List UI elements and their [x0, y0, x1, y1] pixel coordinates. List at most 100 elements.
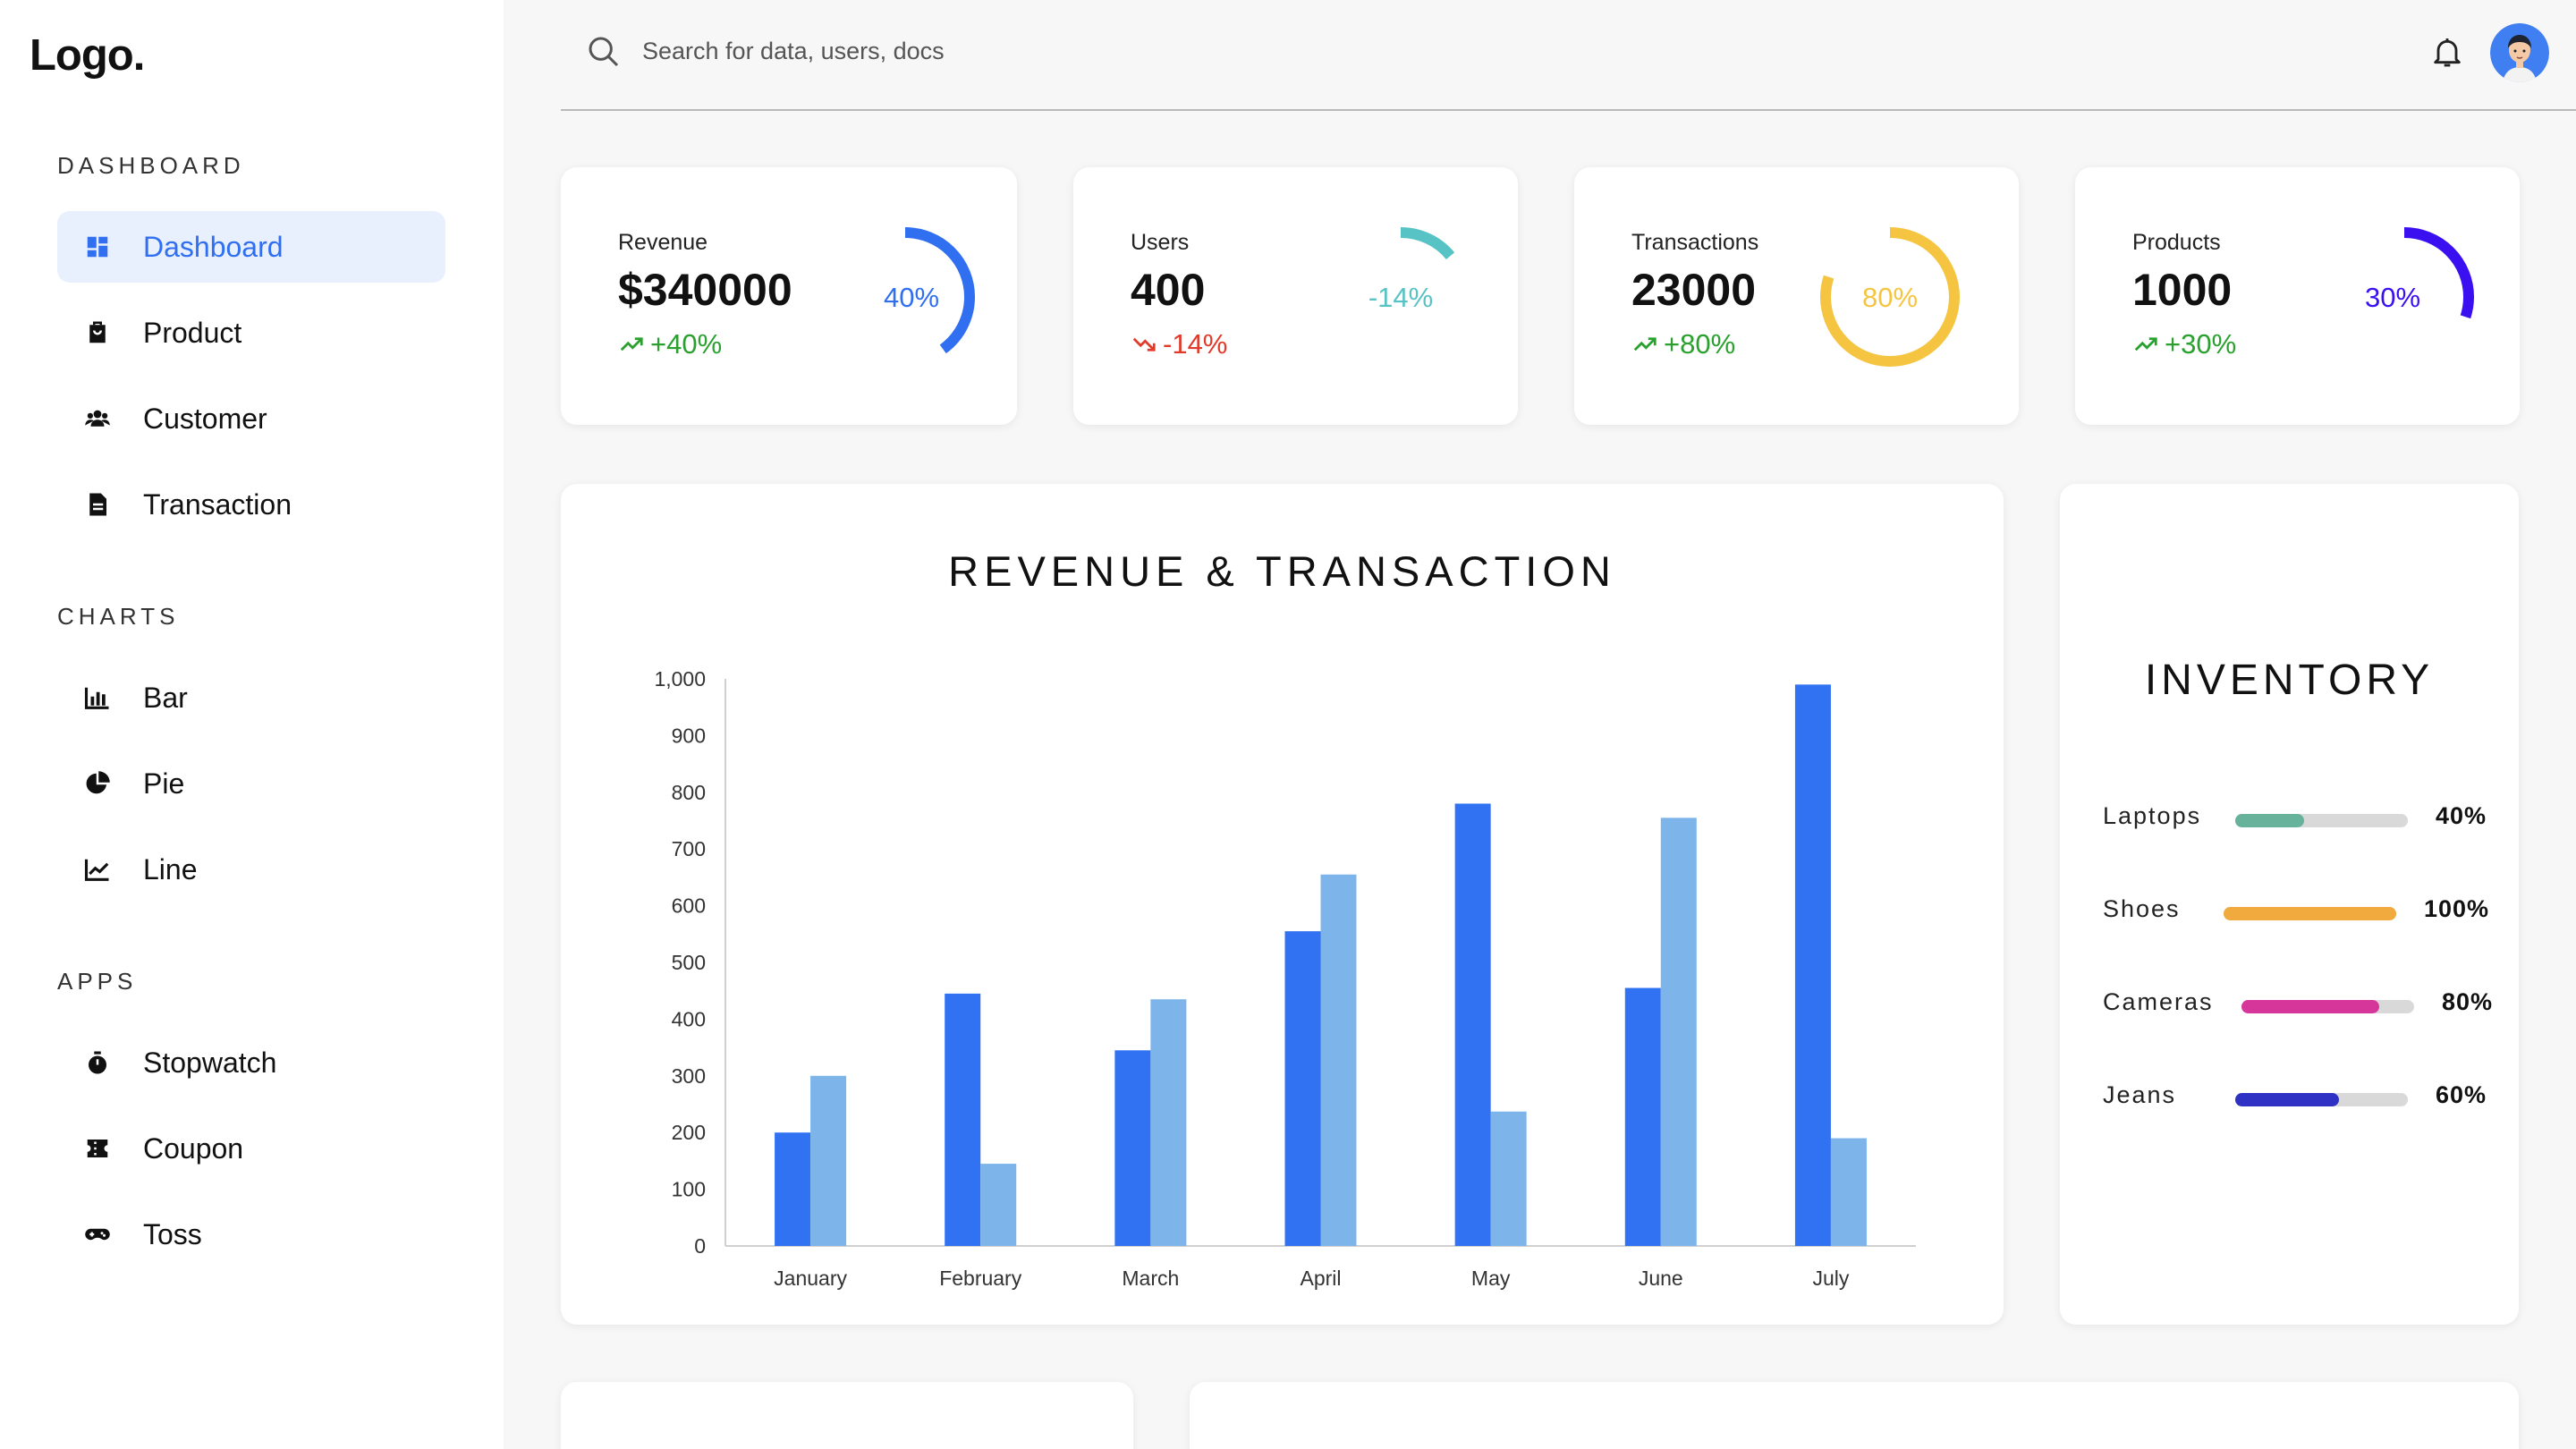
kpi-change-value: -14% [1163, 328, 1228, 360]
trend-up-icon [2134, 337, 2157, 352]
kpi-card-revenue[interactable]: Revenue $340000 +40% 40% [561, 167, 1017, 425]
section-title-apps: APPS [57, 968, 138, 995]
kpi-card-transactions[interactable]: Transactions 23000 +80% 80% [1574, 167, 2019, 425]
x-tick-label: February [939, 1267, 1022, 1290]
sidebar-item-line[interactable]: Line [57, 834, 445, 905]
kpi-label: Products [2132, 230, 2221, 255]
search-input[interactable] [642, 29, 1447, 73]
inventory-progress-track [2241, 1000, 2414, 1013]
section-title-charts: CHARTS [57, 603, 180, 630]
kpi-value: $340000 [618, 265, 792, 315]
inventory-percent: 80% [2442, 988, 2494, 1015]
sidebar-item-label: Transaction [143, 487, 292, 521]
sidebar-item-pie[interactable]: Pie [57, 748, 445, 819]
user-avatar-icon [2490, 23, 2549, 82]
revenue-transaction-bar-chart: 0 100 200 300 400 500 600 700 800 900 1,000 Januar… [654, 667, 1916, 1290]
sidebar-item-label: Product [143, 316, 242, 349]
search-icon[interactable] [586, 34, 622, 70]
kpi-value: 1000 [2132, 265, 2233, 315]
kpi-card-products[interactable]: Products 1000 +30% 30% [2075, 167, 2520, 425]
kpi-value: 23000 [1631, 265, 1757, 315]
sidebar-item-toss[interactable]: Toss [57, 1199, 445, 1270]
stopwatch-icon [84, 1049, 111, 1076]
kpi-ring: 40% [835, 227, 975, 367]
dashboard-icon [84, 233, 111, 260]
inventory-label: Shoes [2103, 895, 2181, 922]
sidebar-item-dashboard[interactable]: Dashboard [57, 211, 445, 283]
inventory-progress-fill [2235, 814, 2305, 827]
inventory-progress-track [2235, 814, 2408, 827]
bar-series-2-february [980, 1164, 1017, 1246]
kpi-ring: -14% [1331, 227, 1470, 367]
bar-series-2-june [1660, 818, 1697, 1246]
inventory-progress-track [2224, 907, 2396, 920]
inventory-progress-fill [2235, 1093, 2339, 1106]
inventory-row-laptops: Laptops 40% [2103, 802, 2505, 838]
bar-chart-icon [84, 684, 111, 711]
sidebar-item-stopwatch[interactable]: Stopwatch [57, 1027, 445, 1098]
inventory-progress-fill [2241, 1000, 2380, 1013]
inventory-progress-fill [2224, 907, 2396, 920]
x-tick-label: July [1812, 1267, 1849, 1290]
notification-bell-icon[interactable] [2429, 32, 2465, 72]
kpi-label: Revenue [618, 230, 708, 255]
sidebar-item-label: Toss [143, 1217, 202, 1250]
inventory-label: Cameras [2103, 988, 2214, 1015]
trend-up-icon [620, 337, 643, 352]
sidebar-item-label: Pie [143, 767, 185, 800]
kpi-change: +30% [2132, 328, 2236, 360]
kpi-ring-label: 80% [1862, 282, 1918, 313]
inventory-title: INVENTORY [2144, 657, 2435, 704]
x-tick-label: March [1122, 1267, 1179, 1290]
avatar[interactable] [2490, 23, 2549, 82]
sidebar-item-bar[interactable]: Bar [57, 662, 445, 733]
sidebar-item-label: Line [143, 852, 198, 886]
sidebar-item-label: Stopwatch [143, 1046, 277, 1079]
revenue-transaction-card: REVENUE & TRANSACTION 0 100 200 300 400 500 60… [561, 484, 2004, 1325]
kpi-change: +40% [618, 328, 722, 360]
bar-series-2-march [1150, 999, 1187, 1246]
kpi-ring-label: -14% [1368, 282, 1433, 313]
kpi-change: -14% [1131, 328, 1227, 360]
sidebar-item-label: Coupon [143, 1131, 244, 1165]
transaction-icon [84, 491, 111, 518]
y-tick-label: 500 [672, 951, 706, 974]
sidebar-item-customer[interactable]: Customer [57, 383, 445, 454]
kpi-card-users[interactable]: Users 400 -14% -14% [1073, 167, 1518, 425]
bar-series-2-april [1320, 874, 1357, 1246]
bar-series-1-april [1284, 931, 1321, 1246]
bottom-card-left [561, 1382, 1133, 1449]
sidebar-item-transaction[interactable]: Transaction [57, 469, 445, 540]
bar-series-1-may [1454, 803, 1491, 1246]
sidebar: Logo. DASHBOARD Dashboard Product Custom… [0, 0, 504, 1449]
x-tick-label: May [1471, 1267, 1511, 1290]
trend-up-icon [1633, 337, 1657, 352]
kpi-change-value: +40% [650, 328, 723, 360]
trend-down-icon [1132, 337, 1156, 352]
sidebar-item-label: Bar [143, 681, 188, 714]
pie-chart-icon [84, 770, 111, 797]
kpi-value: 400 [1131, 265, 1206, 315]
inventory-row-jeans: Jeans 60% [2103, 1081, 2505, 1117]
kpi-ring: 30% [2334, 227, 2474, 367]
inventory-percent: 60% [2436, 1081, 2487, 1108]
y-tick-label: 900 [672, 724, 706, 747]
bar-series-1-march [1114, 1050, 1151, 1246]
inventory-row-shoes: Shoes 100% [2103, 895, 2505, 931]
y-tick-label: 700 [672, 837, 706, 860]
logo[interactable]: Logo. [30, 30, 145, 80]
kpi-change-value: +30% [2165, 328, 2237, 360]
customer-icon [84, 405, 111, 432]
sidebar-item-product[interactable]: Product [57, 297, 445, 369]
header-divider [561, 109, 2576, 111]
bar-series-1-january [775, 1132, 811, 1246]
inventory-progress-track [2235, 1093, 2408, 1106]
kpi-label: Transactions [1631, 230, 1759, 255]
kpi-ring: 80% [1820, 227, 1960, 367]
bar-series-2-january [810, 1075, 847, 1246]
kpi-change: +80% [1631, 328, 1735, 360]
kpi-label: Users [1131, 230, 1190, 255]
sidebar-item-coupon[interactable]: Coupon [57, 1113, 445, 1184]
y-tick-label: 1,000 [654, 667, 706, 691]
bar-series-1-february [945, 993, 981, 1246]
